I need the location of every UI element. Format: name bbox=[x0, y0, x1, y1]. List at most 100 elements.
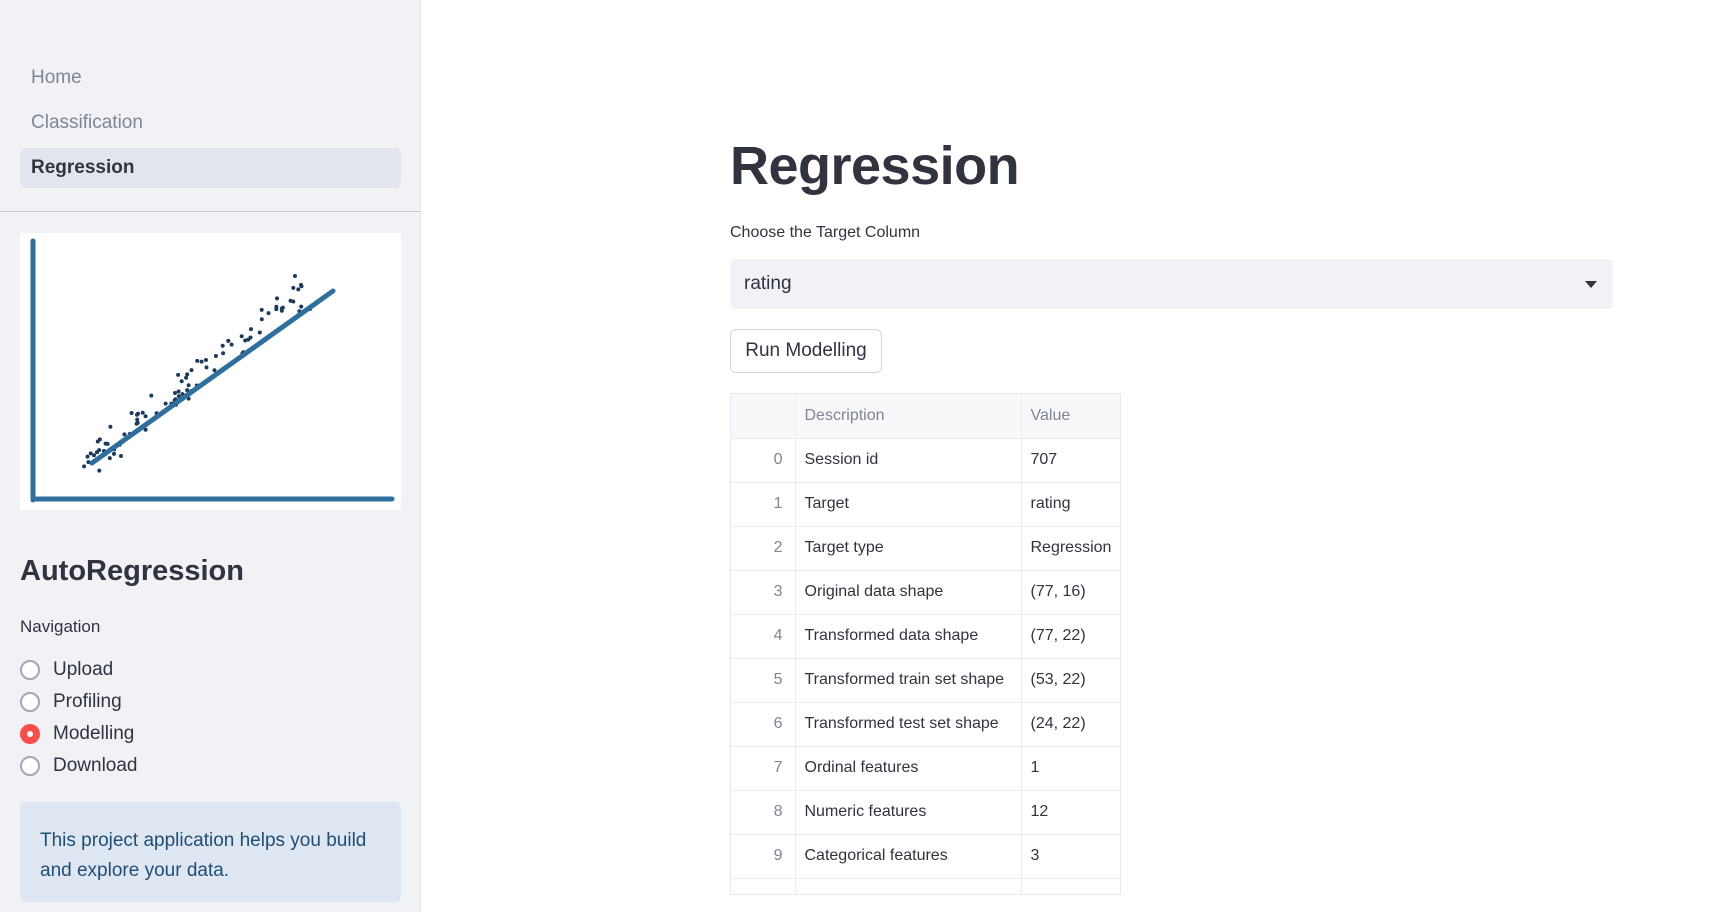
row-description bbox=[795, 878, 1022, 894]
row-description: Transformed data shape bbox=[795, 614, 1022, 659]
radio-download[interactable]: Download bbox=[20, 750, 138, 782]
plot-point bbox=[248, 335, 253, 340]
plot-point bbox=[204, 358, 208, 362]
plot-point bbox=[186, 383, 191, 388]
plot-point bbox=[296, 287, 301, 292]
plot-point bbox=[299, 283, 303, 287]
radio-circle-icon bbox=[20, 660, 40, 680]
plot-point bbox=[189, 368, 194, 373]
row-index: 6 bbox=[731, 702, 796, 747]
plot-point bbox=[140, 410, 145, 415]
plot-point bbox=[291, 285, 296, 290]
plot-point bbox=[266, 311, 271, 316]
plot-point bbox=[176, 389, 181, 394]
plot-point bbox=[213, 354, 218, 358]
plot-point bbox=[97, 468, 102, 473]
plot-point bbox=[291, 299, 296, 304]
radio-circle-icon bbox=[20, 692, 40, 712]
plot-point bbox=[85, 454, 90, 459]
row-index: 1 bbox=[731, 482, 796, 527]
row-value: (77, 22) bbox=[1021, 614, 1120, 659]
row-index: 9 bbox=[731, 834, 796, 879]
row-description: Categorical features bbox=[795, 834, 1022, 879]
row-value: 3 bbox=[1021, 834, 1120, 879]
plot-point bbox=[239, 334, 244, 339]
row-value: (77, 16) bbox=[1021, 570, 1120, 615]
radio-label-download: Download bbox=[53, 755, 138, 776]
page-title: Regression bbox=[730, 136, 1020, 196]
plot-point bbox=[136, 411, 140, 416]
run-modelling-button[interactable]: Run Modelling bbox=[730, 329, 882, 373]
row-description: Transformed train set shape bbox=[795, 658, 1022, 703]
radio-modelling[interactable]: Modelling bbox=[20, 718, 138, 750]
table-row: 4 Transformed data shape (77, 22) bbox=[731, 614, 1120, 659]
radio-selected-icon bbox=[20, 724, 40, 744]
row-index: 7 bbox=[731, 746, 796, 791]
plot-point bbox=[226, 338, 231, 343]
target-column-select[interactable]: rating bbox=[730, 259, 1613, 309]
regression-illustration-image bbox=[20, 233, 401, 510]
plot-point bbox=[299, 304, 304, 309]
row-value: 1 bbox=[1021, 746, 1120, 791]
app-title: AutoRegression bbox=[20, 555, 244, 587]
row-index: 5 bbox=[731, 658, 796, 703]
plot-point bbox=[220, 343, 225, 348]
row-index: 8 bbox=[731, 790, 796, 835]
plot-point bbox=[163, 401, 168, 406]
table-row: 9 Categorical features 3 bbox=[731, 834, 1120, 879]
table-row: 1 Target rating bbox=[731, 482, 1120, 527]
plot-point bbox=[122, 432, 127, 437]
plot-point bbox=[204, 365, 209, 370]
plot-point bbox=[176, 372, 181, 377]
row-value: Regression bbox=[1021, 526, 1120, 571]
plot-point bbox=[195, 358, 200, 363]
target-select-label: Choose the Target Column bbox=[730, 224, 921, 241]
nav-item-classification[interactable]: Classification bbox=[20, 103, 401, 143]
plot-point bbox=[293, 274, 297, 278]
plot-point bbox=[112, 451, 116, 456]
navigation-radio-group: Upload Profiling Modelling Download bbox=[20, 654, 138, 782]
setup-table: Description Value 0 Session id 707 1 Target r… bbox=[730, 393, 1121, 895]
sidebar-divider bbox=[0, 211, 421, 212]
row-description: Transformed test set shape bbox=[795, 702, 1022, 747]
row-value: 12 bbox=[1021, 790, 1120, 835]
plot-point bbox=[274, 307, 279, 312]
table-row: 6 Transformed test set shape (24, 22) bbox=[731, 702, 1120, 747]
plot-point bbox=[97, 448, 102, 453]
plot-point bbox=[149, 393, 154, 398]
plot-point bbox=[173, 391, 177, 395]
row-value: 707 bbox=[1021, 438, 1120, 483]
plot-point bbox=[199, 359, 204, 364]
table-row bbox=[731, 878, 1120, 894]
row-value: rating bbox=[1021, 482, 1120, 527]
plot-point bbox=[143, 414, 148, 419]
plot-point bbox=[275, 296, 279, 301]
plot-point bbox=[179, 379, 184, 384]
plot-point bbox=[229, 342, 234, 347]
sidebar: Home Classification Regression AutoRegre… bbox=[0, 0, 421, 912]
row-description: Numeric features bbox=[795, 790, 1022, 835]
plot-point bbox=[119, 454, 123, 458]
row-index bbox=[731, 878, 796, 894]
table-row: 0 Session id 707 bbox=[731, 438, 1120, 483]
navigation-label: Navigation bbox=[20, 617, 101, 636]
row-index: 2 bbox=[731, 526, 796, 571]
table-row: 3 Original data shape (77, 16) bbox=[731, 570, 1120, 615]
plot-point bbox=[105, 441, 110, 446]
scatter-regression-illustration bbox=[30, 238, 395, 503]
plot-point bbox=[88, 451, 93, 456]
description-header[interactable]: Description bbox=[795, 394, 1022, 439]
plot-point bbox=[257, 330, 262, 335]
table-row: 8 Numeric features 12 bbox=[731, 790, 1120, 835]
table-row: 7 Ordinal features 1 bbox=[731, 746, 1120, 791]
row-description: Original data shape bbox=[795, 570, 1022, 615]
radio-upload[interactable]: Upload bbox=[20, 654, 138, 686]
radio-profiling[interactable]: Profiling bbox=[20, 686, 138, 718]
plot-point bbox=[243, 338, 248, 343]
nav-item-regression[interactable]: Regression bbox=[20, 148, 401, 188]
row-index: 4 bbox=[731, 614, 796, 659]
nav-item-home[interactable]: Home bbox=[20, 58, 401, 98]
value-header[interactable]: Value bbox=[1021, 394, 1120, 439]
row-value: (53, 22) bbox=[1021, 658, 1120, 703]
table-header-row: Description Value bbox=[731, 394, 1120, 439]
